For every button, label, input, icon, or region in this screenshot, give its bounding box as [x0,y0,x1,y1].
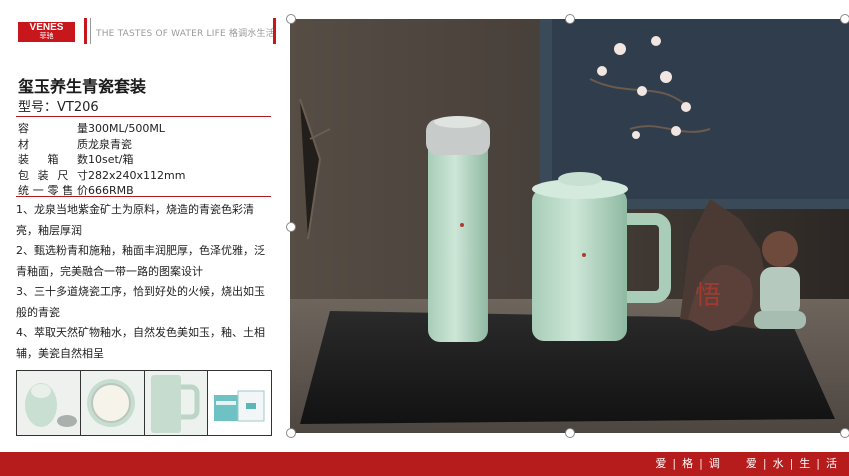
thumbnail-gift-box[interactable] [208,371,271,435]
spec-row: 装箱数 10set/箱 [18,152,185,168]
slogan-separator: | [816,456,820,470]
slogan-char: 调 [708,457,720,470]
spec-value: 龙泉青瓷 [88,137,132,151]
slogan-separator: | [699,456,703,470]
resize-handle[interactable] [565,428,575,438]
thumbnail-cups-image [17,371,80,435]
feature-item: 2、甄选粉青和施釉，釉面丰润肥厚，色泽优雅，泛青釉面，完美融合一带一路的图案设计 [16,244,265,278]
slogan-separator: | [672,456,677,470]
header-divider [84,18,87,44]
slogan-char: 水 [772,457,784,470]
feature-item: 3、三十多道烧瓷工序，恰到好处的火候，烧出如玉般的青瓷 [16,285,265,319]
resize-handle[interactable] [565,14,575,24]
spec-value: 282x240x112mm [88,168,186,182]
spec-rule [16,196,271,197]
spec-label: 材质 [18,137,88,151]
product-photo[interactable]: 悟 [290,19,849,433]
resize-handle[interactable] [286,14,296,24]
product-title: 玺玉养生青瓷套装 [18,77,147,96]
logo-text: VENES [29,22,64,33]
brand-tagline: THE TASTES OF WATER LIFE 格调水生活 [96,29,275,39]
thumbnail-gift-box-image [208,371,271,435]
spec-label: 容量 [18,122,88,135]
spec-list: 容量 300ML/500ML 材质龙泉青瓷 装箱数 10set/箱 包装尺寸 282x… [18,121,185,199]
resize-handle[interactable] [840,428,849,438]
slogan-char: 生 [799,457,811,470]
venes-logo: VENES 菲驰 [18,22,75,42]
feature-item: 1、龙泉当地紫金矿土为原料，烧造的青瓷色彩清亮，釉层厚润 [16,203,254,237]
slogan-char: 格 [682,457,694,470]
title-rule [16,116,271,117]
footer-slogan: 爱 | 格 | 调 爱 | 水 | 生 | 活 [655,455,837,471]
svg-text:悟: 悟 [695,281,721,311]
spec-row: 容量 300ML/500ML [18,121,185,137]
feature-list: 1、龙泉当地紫金矿土为原料，烧造的青瓷色彩清亮，釉层厚润 2、甄选粉青和施釉，釉… [16,200,274,364]
feature-item: 4、萃取天然矿物釉水，自然发色美如玉，釉、土相辅，美瓷自然相呈 [16,326,265,360]
thumbnail-mug-side[interactable] [144,371,209,435]
header-divider-right [273,18,276,44]
resize-handle[interactable] [840,14,849,24]
thumbnail-mug-top[interactable] [80,371,145,435]
thumbnail-mug-top-image [80,371,144,435]
logo-sub: 菲驰 [39,33,54,40]
slogan-char: 爱 [745,457,757,470]
slogan-char: 活 [826,457,837,470]
spec-row: 包装尺寸 282x240x112mm [18,168,185,184]
spec-value: 300ML/500ML [88,122,165,135]
header-divider-thin [90,18,91,44]
slogan-separator: | [789,456,794,470]
resize-handle[interactable] [286,428,296,438]
product-model: 型号：VT206 [18,100,99,115]
spec-row: 材质龙泉青瓷 [18,137,185,153]
slogan-char: 爱 [655,457,667,470]
spec-label: 装箱数 [18,153,88,166]
thumbnail-cups[interactable] [17,371,81,435]
slogan-separator: | [762,456,767,470]
spec-label: 包装尺寸 [18,168,88,182]
thumbnail-strip [16,370,272,436]
resize-handle[interactable] [286,222,296,232]
product-photo-image: 悟 [290,19,849,433]
thumbnail-mug-side-image [144,371,208,435]
spec-value: 10set/箱 [88,153,134,166]
